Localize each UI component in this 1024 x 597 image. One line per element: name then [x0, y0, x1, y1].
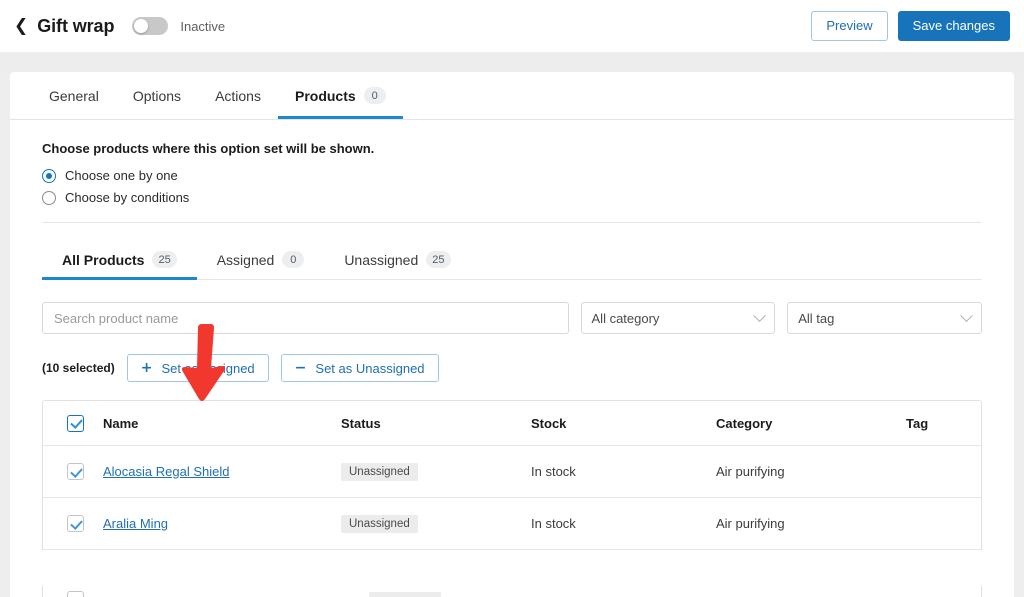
row-category-cell: Air purifying: [716, 516, 785, 531]
save-changes-button[interactable]: Save changes: [897, 10, 1010, 42]
row-stock-cell: In stock: [531, 516, 576, 531]
radio-choose-by-conditions[interactable]: Choose by conditions: [42, 190, 982, 205]
radio-choose-one-by-one-label: Choose one by one: [65, 168, 178, 183]
table-header-row: Name Status Stock Category Tag: [43, 401, 981, 446]
tab-options[interactable]: Options: [116, 72, 198, 119]
page-title: Gift wrap: [37, 15, 115, 36]
tab-products-badge: 0: [363, 87, 386, 104]
category-select[interactable]: All category: [580, 302, 776, 334]
subtab-all-products-count: 25: [152, 251, 177, 268]
row-checkbox[interactable]: [66, 515, 84, 532]
status-badge: Unassigned: [341, 515, 418, 533]
subtab-assigned[interactable]: Assigned 0: [197, 243, 325, 279]
section-divider: [42, 222, 982, 223]
tab-general[interactable]: General: [32, 72, 116, 119]
set-as-assigned-label: Set as Assigned: [161, 360, 255, 376]
minus-icon: −: [294, 360, 307, 376]
set-as-unassigned-button[interactable]: − Set as Unassigned: [280, 354, 439, 382]
column-header-stock: Stock: [531, 415, 567, 431]
search-input[interactable]: [42, 302, 569, 334]
column-header-tag: Tag: [906, 415, 929, 431]
header-actions: Preview Save changes: [811, 10, 1010, 42]
tab-general-label: General: [49, 87, 99, 104]
scope-section-title: Choose products where this option set wi…: [42, 141, 375, 156]
subtab-assigned-label: Assigned: [216, 251, 275, 268]
tag-select-value: All tag: [798, 310, 835, 326]
row-name-cell: Aralia Ming: [103, 515, 341, 533]
row-status-cell: Unassigned: [341, 514, 531, 533]
bulk-action-row: (10 selected) + Set as Assigned − Set as…: [42, 354, 982, 382]
content-card: General Options Actions Products 0 Choos…: [10, 72, 1014, 597]
select-all-checkbox[interactable]: [66, 414, 84, 432]
radio-icon-selected[interactable]: [42, 168, 56, 183]
set-as-unassigned-label: Set as Unassigned: [315, 360, 425, 376]
subtab-unassigned-label: Unassigned: [344, 251, 419, 268]
product-name-link[interactable]: Aralia Ming: [103, 516, 168, 531]
row-checkbox[interactable]: [66, 463, 84, 480]
select-all-cell: [47, 414, 103, 432]
subtab-unassigned[interactable]: Unassigned 25: [324, 243, 470, 279]
scope-section: Choose products where this option set wi…: [10, 120, 1014, 205]
tab-options-label: Options: [132, 87, 182, 104]
row-stock-cell: In stock: [531, 464, 576, 479]
header-gap: [0, 52, 1024, 72]
products-table: Name Status Stock Category Tag Alocasia …: [42, 400, 982, 550]
table-row: Aralia Ming Unassigned In stock Air puri…: [43, 498, 981, 550]
row-name-cell: Alocasia Regal Shield: [103, 463, 341, 481]
filter-row: All category All tag: [42, 302, 982, 334]
set-as-assigned-button[interactable]: + Set as Assigned: [126, 354, 269, 382]
subtab-assigned-count: 0: [282, 251, 305, 268]
table-row: Alocasia Regal Shield Unassigned In stoc…: [43, 446, 981, 498]
row-checkbox[interactable]: [67, 591, 84, 597]
column-header-status: Status: [341, 415, 381, 431]
row-select-cell: [47, 463, 103, 480]
product-name-link[interactable]: Alocasia Regal Shield: [103, 464, 229, 479]
row-select-cell: [47, 515, 103, 532]
radio-icon-unselected[interactable]: [42, 190, 56, 205]
subtab-all-products[interactable]: All Products 25: [42, 243, 197, 280]
page-header: ❮ Gift wrap Inactive Preview Save change…: [0, 0, 1024, 52]
selected-count-label: (10 selected): [42, 361, 115, 375]
active-toggle[interactable]: [132, 17, 169, 35]
chevron-down-icon: [753, 308, 767, 322]
column-header-name: Name: [103, 415, 139, 431]
subtab-all-products-label: All Products: [62, 251, 145, 268]
toggle-knob: [134, 19, 149, 33]
row-category-cell: Air purifying: [716, 464, 785, 479]
subtab-unassigned-count: 25: [426, 251, 451, 268]
tag-select[interactable]: All tag: [787, 302, 982, 334]
plus-icon: +: [140, 360, 153, 376]
tab-products-label: Products: [294, 87, 356, 104]
category-select-value: All category: [591, 310, 660, 326]
status-badge: [369, 592, 441, 597]
radio-choose-one-by-one[interactable]: Choose one by one: [42, 168, 982, 183]
product-filter-tab-bar: All Products 25 Assigned 0 Unassigned 25: [42, 243, 982, 280]
chevron-left-icon[interactable]: ❮: [14, 17, 28, 35]
tab-actions[interactable]: Actions: [198, 72, 278, 119]
main-tab-bar: General Options Actions Products 0: [10, 72, 1014, 120]
toggle-status-label: Inactive: [180, 18, 226, 34]
tab-actions-label: Actions: [215, 87, 261, 104]
column-header-category: Category: [716, 415, 773, 431]
status-badge: Unassigned: [341, 463, 418, 481]
tab-products[interactable]: Products 0: [277, 72, 403, 119]
table-row-partial: [42, 586, 982, 597]
chevron-down-icon: [960, 308, 973, 322]
preview-button[interactable]: Preview: [811, 10, 888, 42]
row-status-cell: Unassigned: [341, 462, 531, 481]
radio-choose-by-conditions-label: Choose by conditions: [65, 190, 190, 205]
